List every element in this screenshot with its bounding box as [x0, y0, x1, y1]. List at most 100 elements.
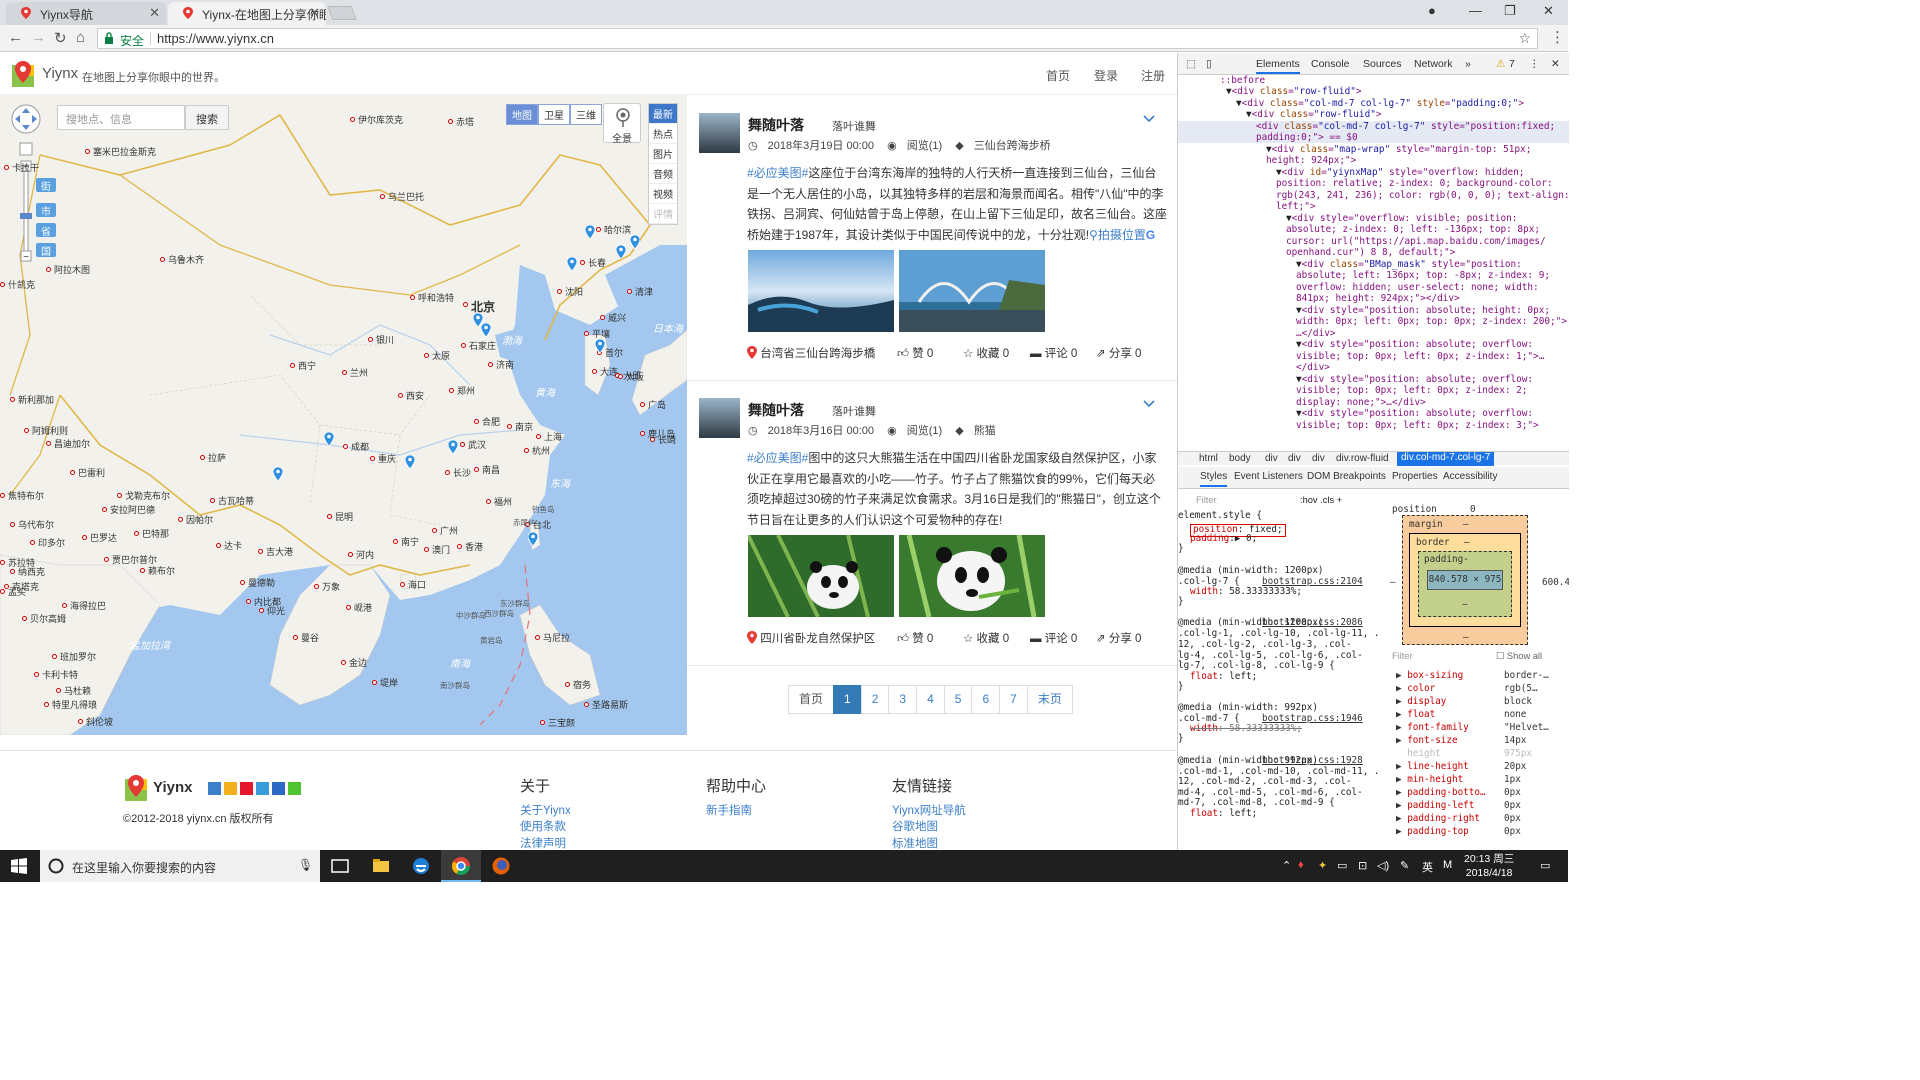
footer-link[interactable]: 关于Yiynx	[520, 802, 571, 818]
style-rule-line[interactable]: width: 58.33333333%;	[1190, 723, 1302, 735]
browser-menu-icon[interactable]: ⋮	[1550, 28, 1565, 46]
style-rule-line[interactable]: float: left;	[1190, 671, 1257, 683]
style-rule-line[interactable]: element.style {	[1178, 510, 1262, 522]
post-image-panda-2[interactable]	[899, 535, 1045, 617]
author-avatar[interactable]	[699, 113, 740, 153]
tab-more[interactable]: »	[1465, 58, 1471, 70]
style-rule-line[interactable]: 12, .col-md-2, .col-md-3, .col-	[1178, 776, 1352, 788]
favorite-button[interactable]: ☆ 收藏 0	[963, 630, 1009, 646]
map-search-input[interactable]: 搜地点、信息	[57, 105, 185, 130]
weibo-share-icon[interactable]	[240, 782, 253, 795]
nav-home-link[interactable]: 首页	[1046, 67, 1070, 84]
comment-button[interactable]: ▬ 评论 0	[1030, 630, 1077, 646]
post-image-bridge-2[interactable]	[899, 250, 1045, 332]
microphone-icon[interactable]: 🎙︎	[298, 858, 313, 872]
page-last[interactable]: 末页	[1026, 685, 1073, 714]
tray-volume-icon[interactable]: ◁)	[1377, 859, 1389, 872]
dom-node-line[interactable]: ▼<div class="BMap_mask" style="position:	[1296, 259, 1522, 270]
renren-share-icon[interactable]	[272, 782, 285, 795]
minimize-icon[interactable]: —	[1469, 3, 1482, 18]
style-rule-line[interactable]: }	[1178, 681, 1184, 693]
style-rule-line[interactable]: padding:▶ 0;	[1190, 533, 1257, 545]
new-tab-button[interactable]	[327, 6, 357, 20]
dom-node-line[interactable]: …</div>	[1296, 328, 1336, 339]
browser-tab-active[interactable]: Yiynx-在地图上分享你眼 ✕	[168, 2, 326, 25]
computed-property[interactable]: ▶ color	[1396, 683, 1435, 694]
computed-filter-input[interactable]: Filter	[1392, 651, 1413, 661]
page-2[interactable]: 2	[860, 685, 890, 714]
category-audio[interactable]: 音频	[649, 164, 677, 184]
post-marker-pin-icon[interactable]	[405, 455, 415, 469]
browser-tab-nav[interactable]: Yiynx导航 ✕	[6, 2, 166, 25]
dom-node-line[interactable]: overflow: hidden; user-select: none; wid…	[1296, 282, 1539, 293]
tray-app-icon-2[interactable]: ✦	[1318, 859, 1327, 872]
page-1[interactable]: 1	[833, 685, 862, 714]
styles-pane[interactable]: Filter :hov .cls + element.style {positi…	[1178, 489, 1378, 849]
crumb-div[interactable]: div	[1312, 453, 1325, 464]
style-rule-line[interactable]: @media (min-width: 1200px)	[1178, 565, 1324, 577]
computed-property[interactable]: ▶ padding-botto…	[1396, 787, 1486, 798]
tray-network-icon[interactable]: ⊡	[1358, 859, 1367, 872]
forward-icon[interactable]: →	[31, 29, 46, 46]
style-rule-line[interactable]: }	[1178, 733, 1184, 745]
tray-up-arrow-icon[interactable]: ⌃	[1282, 859, 1291, 872]
inspect-element-icon[interactable]: ⬚	[1186, 58, 1196, 70]
post-marker-pin-icon[interactable]	[481, 323, 491, 337]
nav-login-link[interactable]: 登录	[1094, 67, 1118, 84]
panorama-button[interactable]: 全景	[603, 103, 641, 145]
dom-node-line[interactable]: absolute; z-index: 0; left: -136px; top:…	[1286, 224, 1540, 235]
category-reviews[interactable]: 评情	[649, 204, 677, 224]
computed-property[interactable]: ▶ padding-right	[1396, 813, 1480, 824]
style-rule-line[interactable]: lg-7, .col-lg-8, .col-lg-9 {	[1178, 660, 1335, 672]
post-author[interactable]: 舞随叶落	[748, 115, 804, 135]
computed-property[interactable]: ▶ font-size	[1396, 735, 1458, 746]
share-button[interactable]: ⇗ 分享 0	[1096, 630, 1141, 646]
taskbar-chrome-active[interactable]	[441, 850, 481, 882]
tray-pen-icon[interactable]: ✎	[1400, 859, 1409, 872]
device-toolbar-icon[interactable]: ▯	[1206, 58, 1212, 70]
computed-property[interactable]: ▶ float	[1396, 709, 1435, 720]
subtab-accessibility[interactable]: Accessibility	[1443, 471, 1497, 482]
show-all-checkbox[interactable]: ☐ Show all	[1496, 651, 1542, 662]
computed-property[interactable]: ▶ line-height	[1396, 761, 1469, 772]
dom-node-line[interactable]: ▼<div style="position: absolute; overflo…	[1296, 374, 1533, 385]
dom-node-line[interactable]: visible; top: 0px; left: 0px; z-index: 1…	[1296, 351, 1544, 362]
zoom-level-street[interactable]: 街	[36, 178, 56, 193]
style-source-link[interactable]: bootstrap.css:1928	[1262, 755, 1363, 767]
address-bar[interactable]: 安全 https://www.yiynx.cn ☆	[97, 28, 1538, 49]
tencent-share-icon[interactable]	[256, 782, 269, 795]
crumb-body[interactable]: body	[1229, 453, 1251, 464]
dom-node-line[interactable]: ▼<div class="row-fluid">	[1246, 109, 1382, 120]
page-7[interactable]: 7	[999, 685, 1028, 714]
style-rule-line[interactable]: }	[1178, 543, 1184, 555]
dom-node-line[interactable]: ▼<div style="position: absolute; height:…	[1296, 305, 1550, 316]
like-button[interactable]: 👍︎ 赞 0	[897, 630, 933, 646]
dom-node-line[interactable]: ▼<div class="col-md-7 col-lg-7" style="p…	[1236, 98, 1524, 109]
computed-property[interactable]: ▶ font-family	[1396, 722, 1469, 733]
devtools-close-icon[interactable]: ✕	[1551, 58, 1560, 70]
google-icon[interactable]: G	[1146, 228, 1155, 242]
devtools-menu-icon[interactable]: ⋮	[1529, 58, 1540, 70]
page-first[interactable]: 首页	[788, 685, 835, 714]
crumb-row-fluid[interactable]: div.row-fluid	[1336, 453, 1389, 464]
site-brand[interactable]: Yiynx	[42, 65, 78, 82]
file-explorer-icon[interactable]	[371, 856, 391, 876]
category-latest[interactable]: 最新	[649, 104, 677, 124]
map-search-button[interactable]: 搜索	[185, 105, 229, 130]
chevron-down-icon[interactable]	[1143, 115, 1155, 123]
subtab-event-listeners[interactable]: Event Listeners	[1234, 471, 1303, 482]
dom-node-line[interactable]: </div>	[1296, 362, 1330, 373]
styles-filter-input[interactable]: Filter	[1196, 495, 1217, 506]
post-location[interactable]: 四川省卧龙自然保护区	[747, 630, 875, 646]
dom-node-line[interactable]: ▼<div class="row-fluid">	[1226, 86, 1362, 97]
tab-sources[interactable]: Sources	[1363, 58, 1402, 70]
post-marker-pin-icon[interactable]	[630, 235, 640, 249]
category-images[interactable]: 图片	[649, 144, 677, 164]
taskbar-search-box[interactable]: 在这里输入你要搜索的内容 🎙︎	[40, 850, 320, 882]
maximize-icon[interactable]: ❐	[1504, 3, 1516, 19]
favorite-button[interactable]: ☆ 收藏 0	[963, 345, 1009, 361]
tray-app-icon[interactable]: ♦	[1298, 859, 1304, 871]
post-image-panda-1[interactable]	[748, 535, 894, 617]
dom-node-line[interactable]: ▼<div style="position: absolute; overflo…	[1296, 408, 1533, 419]
post-marker-pin-icon[interactable]	[567, 257, 577, 271]
